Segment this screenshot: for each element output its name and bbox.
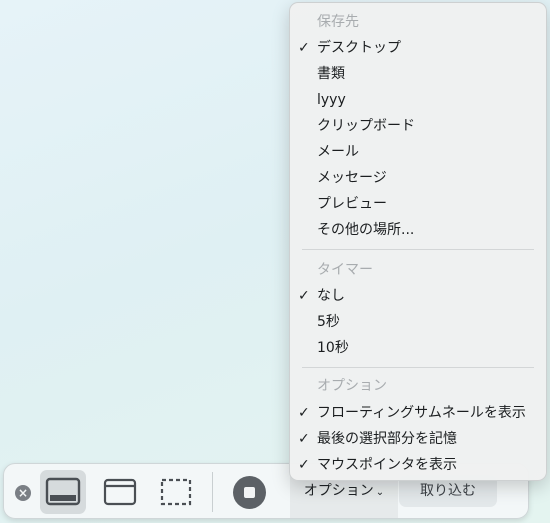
menu-item-desktop[interactable]: デスクトップ: [317, 38, 401, 58]
chevron-down-icon: ⌄: [375, 487, 385, 498]
menu-item-preview[interactable]: プレビュー: [317, 194, 387, 214]
menu-item-clipboard[interactable]: クリップボード: [317, 116, 415, 136]
menu-item-timer-none[interactable]: なし: [317, 286, 345, 306]
menu-item-lyyy[interactable]: lyyy: [317, 90, 346, 110]
toolbar-divider: [212, 472, 213, 512]
options-dropdown-menu: 保存先 ✓ デスクトップ 書類 lyyy クリップボード メール メッセージ プ…: [289, 2, 547, 481]
menu-header-timer: タイマー: [317, 262, 373, 278]
menu-item-show-mouse-pointer[interactable]: マウスポインタを表示: [317, 455, 457, 475]
menu-header-options: オプション: [317, 378, 387, 394]
capture-screen-icon: [45, 477, 81, 506]
menu-item-remember-last-selection[interactable]: 最後の選択部分を記憶: [317, 429, 457, 449]
capture-window-button[interactable]: [97, 470, 143, 514]
menu-header-save-to: 保存先: [317, 14, 359, 30]
checkmark-icon: ✓: [298, 288, 310, 304]
menu-divider: [302, 249, 534, 250]
menu-item-messages[interactable]: メッセージ: [317, 168, 387, 188]
menu-item-mail[interactable]: メール: [317, 142, 359, 162]
close-icon[interactable]: ×: [15, 485, 31, 501]
capture-selection-icon: [160, 478, 192, 506]
menu-item-timer-5s[interactable]: 5秒: [317, 312, 340, 332]
menu-item-show-floating-thumbnail[interactable]: フローティングサムネールを表示: [317, 403, 526, 423]
checkmark-icon: ✓: [298, 457, 310, 473]
checkmark-icon: ✓: [298, 431, 310, 447]
capture-selection-button[interactable]: [153, 470, 199, 514]
record-stop-icon: [244, 487, 255, 498]
capture-entire-screen-button[interactable]: [40, 470, 86, 514]
menu-divider: [302, 367, 534, 368]
checkmark-icon: ✓: [298, 40, 310, 56]
menu-item-documents[interactable]: 書類: [317, 64, 345, 84]
menu-item-other-location[interactable]: その他の場所...: [317, 220, 414, 240]
record-stop-button[interactable]: [233, 476, 266, 509]
menu-item-timer-10s[interactable]: 10秒: [317, 338, 349, 358]
capture-window-icon: [103, 478, 137, 506]
options-button-label: オプション: [303, 483, 374, 499]
checkmark-icon: ✓: [298, 405, 310, 421]
